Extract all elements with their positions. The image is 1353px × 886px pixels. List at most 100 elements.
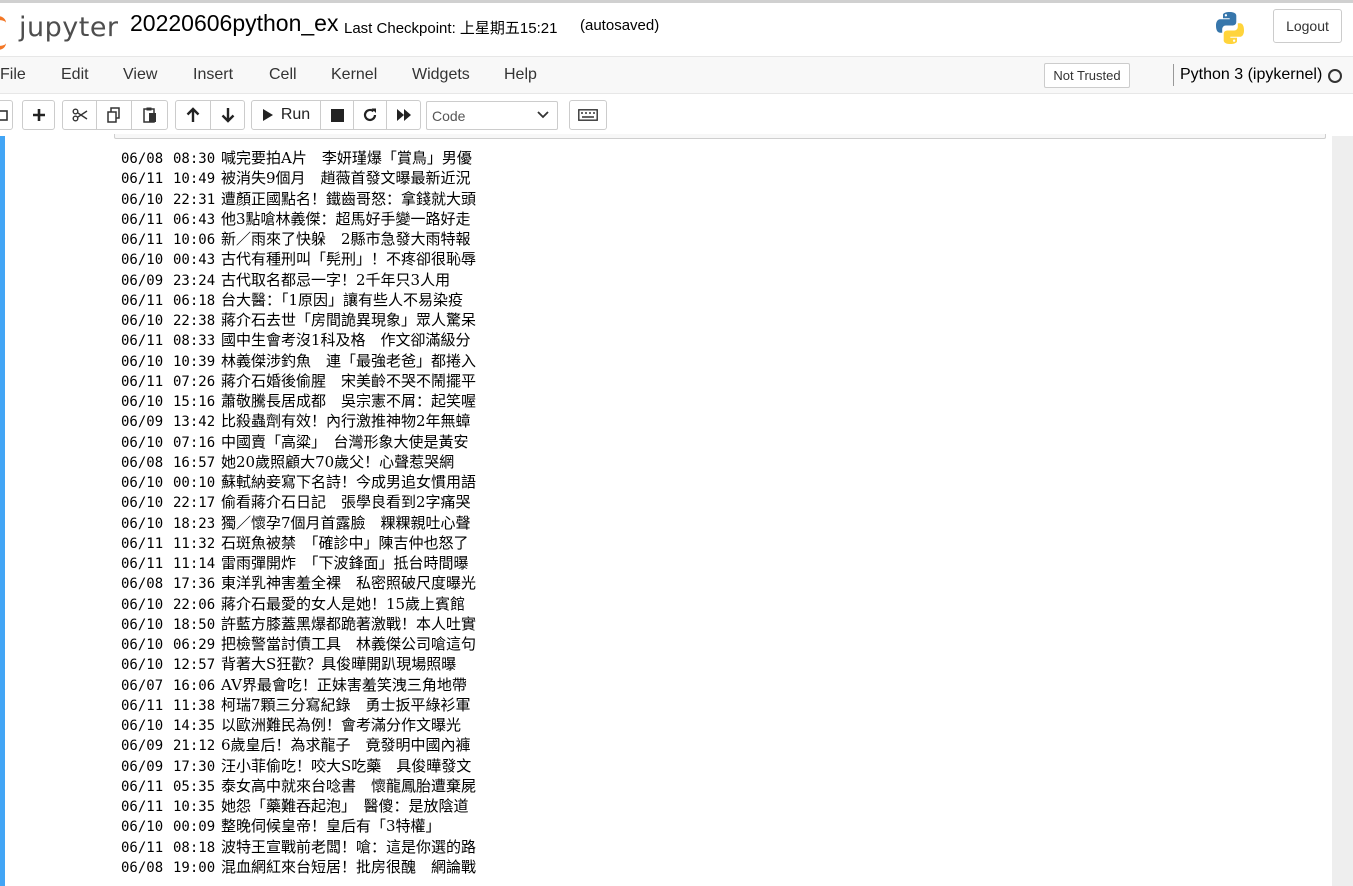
interrupt-button[interactable]: [320, 100, 354, 130]
jupyter-logo[interactable]: jupyter: [0, 6, 120, 50]
output-time: 11:14: [173, 556, 216, 572]
output-headline: 中國賣「高粱」 台灣形象大使是黃安: [221, 432, 469, 451]
output-line: 06/10 22:31 遭顏正國點名！鐵齒哥怒：拿錢就大頭: [121, 189, 921, 209]
notebook-name[interactable]: 20220606python_ex: [130, 10, 338, 37]
output-line: 06/10 06:29 把檢警當討債工具 林義傑公司嗆這句: [121, 634, 921, 654]
cell-type-select[interactable]: Code: [426, 101, 558, 130]
paste-button[interactable]: [131, 100, 168, 130]
save-icon: [0, 110, 8, 121]
output-date: 06/10: [121, 191, 164, 208]
chevron-down-icon: [537, 111, 549, 119]
code-cell[interactable]: 06/08 08:30 喊完要拍A片 李妍瑾爆「賞鳥」男優 06/11 10:49 被消失…: [0, 134, 1333, 886]
output-time: 14:35: [173, 718, 216, 734]
output-date: 06/10: [121, 495, 164, 512]
output-line: 06/10 12:57 背著大S狂歡？具俊曄開趴現場照曝: [121, 654, 921, 674]
output-time: 23:24: [173, 272, 216, 289]
output-headline: 蕭敬騰長居成都 吳宗憲不屑：起笑喔: [221, 392, 477, 410]
output-line: 06/11 06:43 他3點嗆林義傑：超馬好手變一路好走: [121, 209, 921, 229]
output-date: 06/10: [121, 819, 164, 836]
output-headline: 古代取名都忌一字！2千年只3人用: [221, 270, 451, 289]
output-headline: 混血網紅來台短居！批房很醜 網論戰: [221, 857, 477, 876]
save-button[interactable]: [0, 100, 13, 130]
output-date: 06/10: [121, 596, 164, 613]
output-date: 06/11: [121, 211, 164, 228]
output-date: 06/11: [121, 799, 164, 815]
output-headline: 比殺蟲劑有效！內行激推神物2年無蟑: [221, 412, 471, 431]
output-date: 06/11: [121, 232, 164, 248]
output-line: 06/11 10:35 她怨「藥難吞起泡」 醫傻：是放陰道: [121, 796, 921, 816]
scroll-gutter[interactable]: [1332, 136, 1353, 886]
output-headline: 台大醫：「1原因」讓有些人不易染疫: [221, 290, 464, 309]
output-headline: 整晚伺候皇帝！皇后有「3特權」: [221, 817, 441, 836]
output-line: 06/09 13:42 比殺蟲劑有效！內行激推神物2年無蟑: [121, 411, 921, 431]
kernel-name: Python 3 (ipykernel): [1180, 66, 1323, 83]
output-date: 06/10: [121, 353, 164, 370]
output-line: 06/11 08:18 波特王宣戰前老闆！嗆：這是你選的路: [121, 837, 921, 857]
output-headline: 她20歲照顧大70歲父！心聲惹哭網: [221, 452, 455, 471]
output-date: 06/10: [121, 718, 164, 734]
output-time: 11:38: [173, 697, 216, 714]
output-line: 06/11 11:14 雷雨彈開炸 「下波鋒面」抵台時間曝: [121, 553, 921, 573]
output-headline: 6歲皇后！為求龍子 竟發明中國內褲: [221, 736, 471, 755]
output-time: 18:23: [173, 515, 216, 532]
restart-button[interactable]: [353, 100, 387, 130]
run-label: Run: [280, 106, 311, 123]
output-headline: 雷雨彈開炸 「下波鋒面」抵台時間曝: [221, 554, 469, 572]
output-line: 06/10 00:43 古代有種刑叫「髡刑」！不疼卻很恥辱: [121, 249, 921, 269]
output-headline: 遭顏正國點名！鐵齒哥怒：拿錢就大頭: [221, 189, 477, 208]
output-line: 06/10 15:16 蕭敬騰長居成都 吳宗憲不屑：起笑喔: [121, 391, 921, 411]
cell-type-value: Code: [432, 107, 466, 124]
output-line: 06/10 18:23 獨／懷孕7個月首露臉 粿粿親吐心聲: [121, 513, 921, 533]
menu-insert[interactable]: Insert: [193, 66, 233, 84]
restart-run-all-button[interactable]: [386, 100, 421, 130]
menu-kernel[interactable]: Kernel: [331, 66, 377, 84]
keyboard-icon: [578, 109, 598, 121]
cut-button[interactable]: [62, 100, 97, 130]
output-headline: 汪小菲偷吃！咬大S吃藥 具俊曄發文: [221, 756, 472, 775]
move-up-button[interactable]: [175, 100, 211, 130]
output-time: 11:32: [173, 535, 216, 552]
output-date: 06/09: [121, 414, 164, 431]
command-palette-button[interactable]: [569, 100, 607, 130]
output-headline: 許藍方膝蓋黑爆都跪著激戰！本人吐實: [221, 614, 477, 633]
output-headline: 柯瑞7顆三分寫紀錄 勇士扳平綠衫軍: [221, 695, 471, 714]
output-headline: 新／雨來了快躲 2縣市急發大雨特報: [221, 230, 471, 248]
stop-icon: [330, 108, 344, 122]
copy-button[interactable]: [96, 100, 132, 130]
cell-input-area-edge: [114, 134, 1326, 139]
output-headline: 偷看蔣介石日記 張學良看到2字痛哭: [221, 493, 471, 512]
output-date: 06/10: [121, 434, 164, 451]
logout-button[interactable]: Logout: [1273, 9, 1342, 43]
move-down-button[interactable]: [210, 100, 245, 130]
output-time: 19:00: [173, 859, 216, 876]
last-checkpoint: Last Checkpoint: 上星期五15:21: [344, 20, 558, 37]
arrow-up-icon: [186, 107, 200, 122]
jupyter-logo-arc-top: [0, 16, 6, 30]
fast-forward-icon: [396, 109, 411, 121]
output-headline: 喊完要拍A片 李妍瑾爆「賞鳥」男優: [221, 149, 472, 167]
output-line: 06/11 11:38 柯瑞7顆三分寫紀錄 勇士扳平綠衫軍: [121, 695, 921, 715]
not-trusted-button[interactable]: Not Trusted: [1044, 63, 1130, 88]
output-headline: 泰女高中就來台唸書 懷龍鳳胎遭棄屍: [221, 776, 477, 795]
output-time: 10:49: [173, 171, 216, 188]
run-button[interactable]: Run: [251, 100, 321, 130]
output-line: 06/08 17:36 東洋乳神害羞全裸 私密照破尺度曝光: [121, 573, 921, 593]
output-time: 22:38: [173, 313, 216, 329]
arrow-down-icon: [221, 108, 234, 123]
copy-icon: [107, 107, 120, 123]
menu-help[interactable]: Help: [504, 66, 537, 84]
menu-cell[interactable]: Cell: [269, 66, 297, 84]
menu-file[interactable]: File: [0, 66, 26, 84]
output-date: 06/09: [121, 738, 164, 755]
menu-edit[interactable]: Edit: [61, 66, 89, 84]
output-time: 22:31: [173, 191, 216, 208]
output-headline: 波特王宣戰前老闆！嗆：這是你選的路: [221, 837, 477, 856]
output-headline: 以歐洲難民為例！會考滿分作文曝光: [221, 716, 462, 734]
output-date: 06/11: [121, 292, 164, 309]
insert-cell-button[interactable]: [22, 100, 55, 130]
menu-view[interactable]: View: [123, 66, 157, 84]
output-line: 06/10 10:39 林義傑涉釣魚 連「最強老爸」都捲入: [121, 351, 921, 371]
output-time: 08:18: [173, 839, 216, 856]
menu-widgets[interactable]: Widgets: [412, 66, 470, 84]
output-date: 06/10: [121, 637, 164, 653]
